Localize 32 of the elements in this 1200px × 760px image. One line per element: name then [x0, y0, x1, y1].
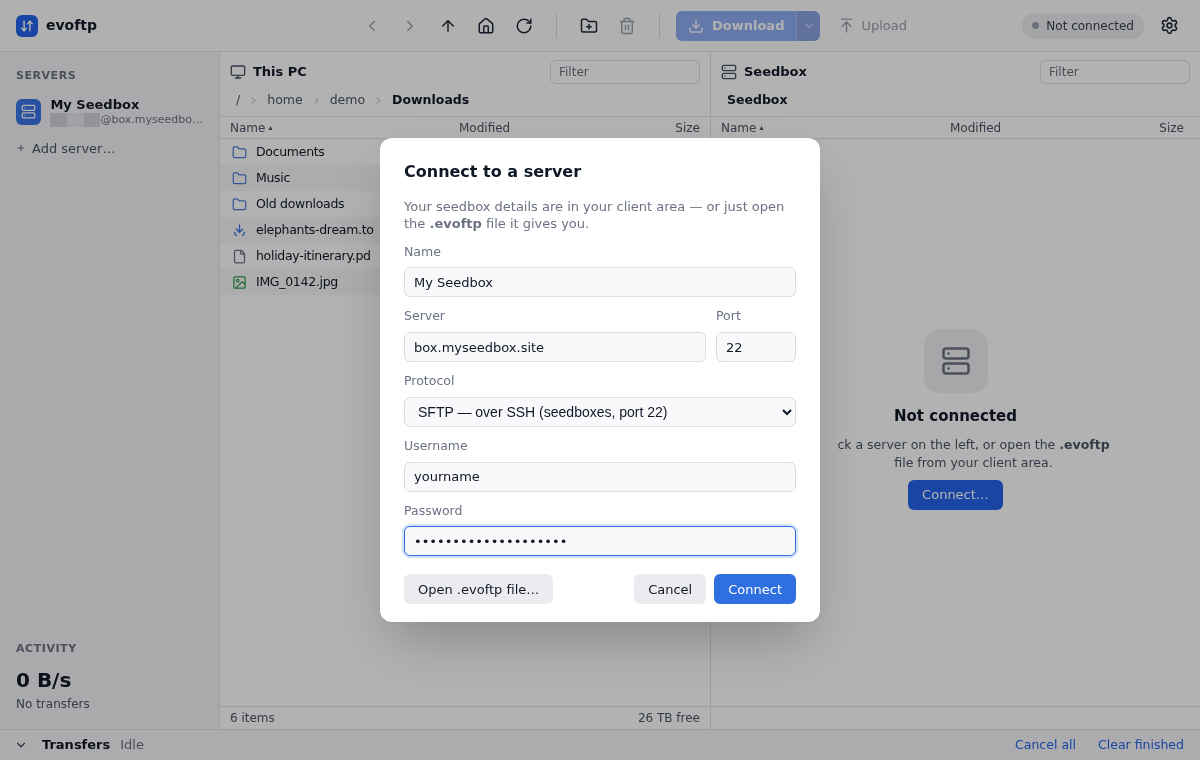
file-name: Music: [256, 168, 291, 187]
file-name: Old downloads: [256, 194, 345, 213]
free-space: 26 TB free: [637, 710, 700, 727]
transfers-status: Idle: [120, 736, 144, 755]
section-heading: SERVERS: [16, 68, 77, 84]
pane-title: Seedbox: [744, 63, 807, 82]
server-name: My Seedbox: [50, 96, 141, 113]
app-title: evoftp: [46, 16, 98, 35]
transfer-status: No transfers: [16, 696, 90, 713]
dialog-title: Connect to a server: [404, 160, 583, 183]
status-label: Not connected: [1046, 17, 1134, 35]
file-name: IMG_0142.jpg: [256, 272, 338, 291]
field-label: Port: [716, 307, 741, 326]
field-label: Server: [404, 307, 445, 326]
pane-title: This PC: [253, 63, 307, 82]
section-heading: ACTIVITY: [16, 640, 77, 657]
sort-arrow-icon: ▴: [268, 121, 273, 134]
field-label: Protocol: [404, 372, 455, 391]
file-name: elephants-dream.to: [256, 220, 374, 239]
transfer-speed: 0 B/s: [16, 667, 72, 694]
server-address: @box.myseedbo…: [100, 112, 203, 127]
field-label: Password: [404, 501, 463, 520]
file-name: holiday-itinerary.pd: [256, 246, 371, 265]
field-label: Name: [404, 242, 441, 261]
sort-arrow-icon: ▴: [759, 121, 764, 134]
empty-title: Not connected: [894, 406, 1017, 428]
file-name: Documents: [256, 142, 325, 161]
transfers-label: Transfers: [42, 736, 111, 755]
empty-description: ck a server on the left, or open the .evoftp file from your client area.: [836, 435, 1111, 472]
field-label: Username: [404, 436, 468, 455]
dialog-intro: Your seedbox details are in your client area — or just open the .evoftp file it gives you.: [404, 197, 786, 232]
item-count: 6 items: [230, 710, 275, 727]
